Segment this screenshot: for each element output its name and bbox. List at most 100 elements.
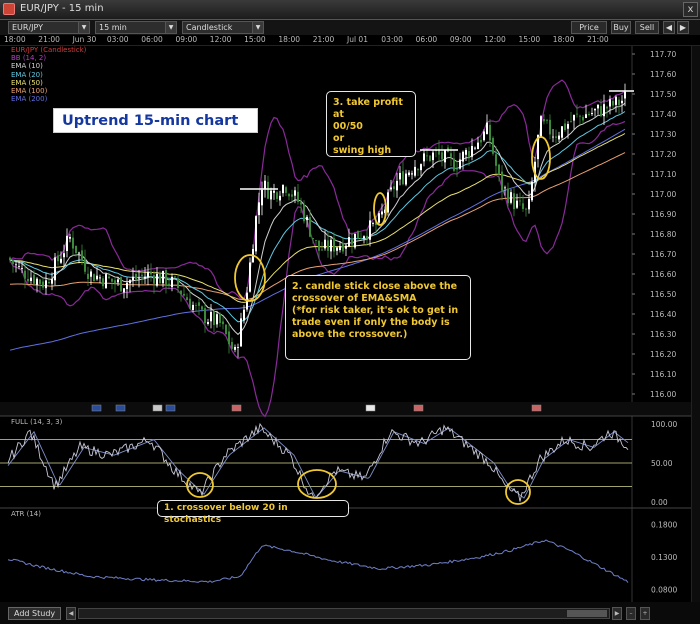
interval-dropdown[interactable]: 15 min ▼ bbox=[95, 21, 177, 34]
flag-icon bbox=[152, 404, 163, 412]
app-icon bbox=[3, 3, 15, 15]
candle-down bbox=[606, 106, 608, 109]
candle-down bbox=[93, 274, 95, 282]
candle-down bbox=[9, 257, 11, 261]
candle-up bbox=[432, 152, 434, 161]
note2-line: above the crossover.) bbox=[292, 329, 408, 340]
candle-up bbox=[330, 239, 332, 252]
candle-up bbox=[279, 195, 281, 201]
candle-down bbox=[600, 106, 602, 117]
candle-down bbox=[291, 194, 293, 197]
sell-button[interactable]: Sell bbox=[635, 21, 659, 34]
zoom-out-icon[interactable]: – bbox=[626, 607, 636, 620]
legend-entry: EUR/JPY (Candlestick) bbox=[11, 46, 87, 54]
price-tick-label: 117.70 bbox=[650, 50, 676, 59]
chevron-right-icon[interactable]: ▶ bbox=[677, 21, 689, 34]
zoom-in-icon[interactable]: + bbox=[640, 607, 650, 620]
candle-up bbox=[15, 264, 17, 266]
candle-down bbox=[549, 119, 551, 135]
candle-up bbox=[615, 96, 617, 105]
candle-down bbox=[555, 136, 557, 138]
candle-up bbox=[399, 172, 401, 180]
candle-up bbox=[90, 271, 92, 277]
price-box-button[interactable]: Price Box bbox=[571, 21, 607, 43]
candle-down bbox=[72, 237, 74, 249]
chart-type-value: Candlestick bbox=[186, 23, 233, 32]
candle-down bbox=[81, 250, 83, 261]
candle-down bbox=[111, 278, 113, 282]
candle-down bbox=[33, 274, 35, 284]
chart-type-dropdown[interactable]: Candlestick ▼ bbox=[182, 21, 264, 34]
time-tick-label: 21:00 bbox=[38, 35, 60, 44]
candle-down bbox=[108, 276, 110, 279]
candle-up bbox=[36, 278, 38, 285]
stoch-tick-label: 0.00 bbox=[651, 498, 668, 507]
vertical-scrollbar[interactable] bbox=[691, 46, 700, 602]
price-tick-label: 117.00 bbox=[650, 190, 676, 199]
candle-down bbox=[321, 249, 323, 251]
candle-up bbox=[381, 211, 383, 215]
time-tick-label: Jun 30 bbox=[72, 35, 97, 44]
time-tick-label: 18:00 bbox=[552, 35, 575, 44]
chevron-down-icon: ▼ bbox=[78, 22, 89, 33]
candle-up bbox=[597, 104, 599, 109]
legend-entry: BB (14, 2) bbox=[11, 54, 47, 63]
price-tick-label: 117.20 bbox=[650, 150, 676, 159]
candle-down bbox=[501, 171, 503, 191]
candle-down bbox=[153, 275, 155, 284]
candle-down bbox=[165, 269, 167, 287]
candle-up bbox=[486, 122, 488, 134]
candle-down bbox=[120, 277, 122, 292]
candle-down bbox=[168, 283, 170, 286]
candle-down bbox=[84, 258, 86, 272]
close-button[interactable]: x bbox=[683, 2, 698, 17]
flag-icon bbox=[531, 404, 542, 412]
candle-down bbox=[543, 118, 545, 122]
candle-up bbox=[99, 277, 101, 279]
price-tick-label: 116.40 bbox=[650, 310, 676, 319]
add-study-button[interactable]: Add Study bbox=[8, 607, 62, 620]
atr-panel: 0.1800 0.1300 0.0800 bbox=[7, 521, 677, 595]
candle-down bbox=[318, 240, 320, 251]
candle-down bbox=[87, 273, 89, 279]
candle-up bbox=[294, 190, 296, 196]
candle-down bbox=[441, 152, 443, 160]
chevron-left-icon[interactable]: ◀ bbox=[663, 21, 675, 34]
candle-up bbox=[348, 237, 350, 247]
buy-button[interactable]: Buy bbox=[611, 21, 631, 34]
candle-up bbox=[354, 233, 356, 248]
flag-icon bbox=[115, 404, 126, 412]
scroll-right-icon[interactable]: ▶ bbox=[612, 607, 622, 620]
candle-up bbox=[162, 270, 164, 284]
indicator-legend: EUR/JPY (Candlestick) BB (14, 2) EMA (10) E… bbox=[11, 46, 86, 103]
time-tick-label: 09:00 bbox=[449, 35, 472, 44]
candle-up bbox=[96, 275, 98, 280]
price-tick-label: 116.50 bbox=[650, 290, 676, 299]
candle-up bbox=[465, 149, 467, 155]
candle-down bbox=[114, 280, 116, 284]
price-tick-label: 116.30 bbox=[650, 330, 676, 339]
scrollbar-thumb[interactable] bbox=[567, 610, 607, 617]
candle-down bbox=[39, 279, 41, 284]
candle-up bbox=[132, 276, 134, 281]
candle-down bbox=[393, 186, 395, 190]
price-tick-label: 117.10 bbox=[650, 170, 676, 179]
candle-down bbox=[222, 321, 224, 325]
candle-up bbox=[126, 282, 128, 290]
candle-down bbox=[183, 293, 185, 296]
take-profit-note: 3. take profit at 00/50 or swing high bbox=[326, 91, 416, 157]
candle-up bbox=[216, 314, 218, 325]
flag-icon bbox=[91, 404, 102, 412]
atr-label: ATR (14) bbox=[11, 510, 41, 518]
scroll-left-icon[interactable]: ◀ bbox=[66, 607, 76, 620]
candle-up bbox=[258, 202, 260, 216]
candle-down bbox=[342, 243, 344, 252]
candle-up bbox=[144, 276, 146, 279]
flag-icon bbox=[231, 404, 242, 412]
candle-up bbox=[192, 304, 194, 311]
horizontal-scrollbar[interactable] bbox=[78, 608, 610, 619]
symbol-dropdown[interactable]: EUR/JPY ▼ bbox=[8, 21, 90, 34]
candle-up bbox=[105, 274, 107, 289]
time-tick-label: 12:00 bbox=[209, 35, 232, 44]
candle-down bbox=[24, 270, 26, 279]
